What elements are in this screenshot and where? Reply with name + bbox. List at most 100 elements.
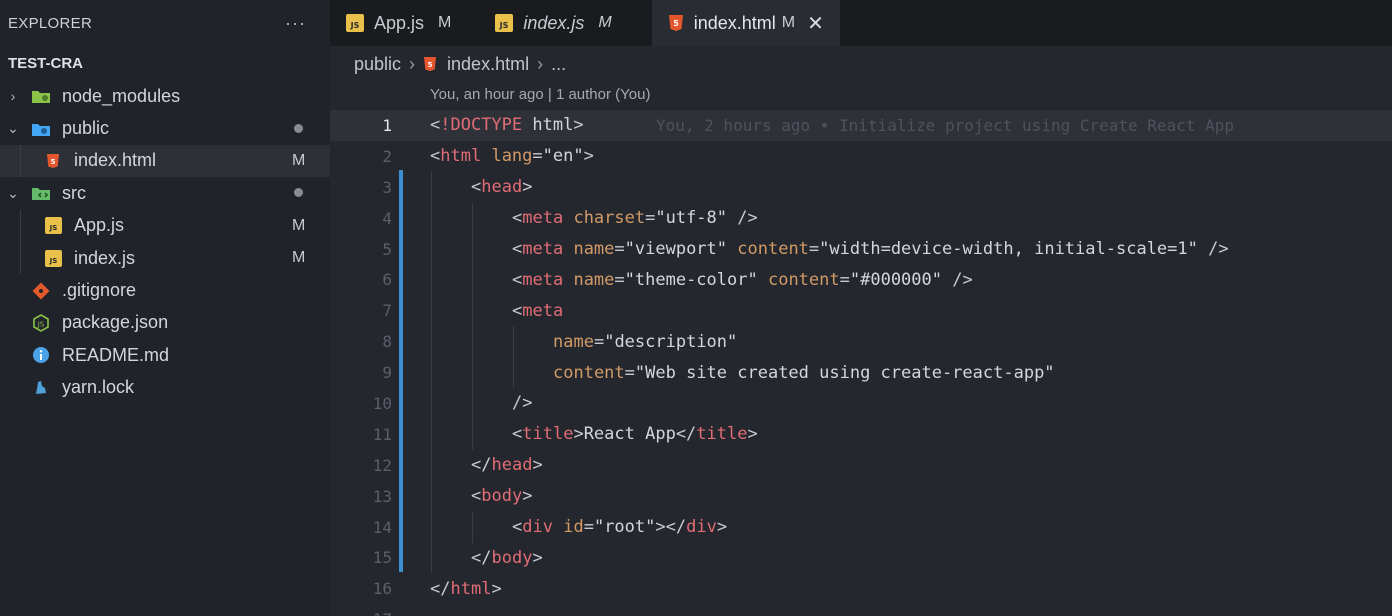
indent-guide xyxy=(472,388,473,420)
tree-item-index-js[interactable]: JS index.js M xyxy=(0,241,330,275)
tree-item-label: .gitignore xyxy=(62,280,137,301)
code-text: <head> xyxy=(471,177,533,198)
tree-item-node-modules[interactable]: › node_modules xyxy=(0,80,330,112)
line-number: 13 xyxy=(372,486,392,506)
explorer-header: EXPLORER ··· xyxy=(0,0,330,46)
node-file-icon: JS xyxy=(30,313,52,333)
code-line[interactable]: 8 name="description" xyxy=(330,326,1392,358)
code-text: <title>React App</title> xyxy=(512,424,758,445)
code-text: <meta name="theme-color" content="#00000… xyxy=(512,269,973,290)
tree-item-readme-md[interactable]: README.md xyxy=(0,339,330,371)
code-line[interactable]: 7 <meta xyxy=(330,295,1392,327)
code-line[interactable]: 10 /> xyxy=(330,388,1392,420)
line-number: 11 xyxy=(372,424,392,444)
code-line[interactable]: 13 <body> xyxy=(330,480,1392,512)
modified-indicator: M xyxy=(781,14,796,31)
code-text: </head> xyxy=(471,455,543,476)
svg-text:5: 5 xyxy=(51,158,56,166)
indent-guide xyxy=(513,326,514,358)
indent-guide xyxy=(472,264,473,296)
indent-guide xyxy=(431,449,432,481)
indent-guide xyxy=(513,357,514,389)
indent-guide xyxy=(431,511,432,543)
code-text: <meta name="viewport" content="width=dev… xyxy=(512,239,1229,259)
tree-item-yarn-lock[interactable]: yarn.lock xyxy=(0,372,330,404)
tab-index-html[interactable]: 5 index.html M ✕ xyxy=(651,0,840,46)
tree-item-gitignore[interactable]: .gitignore xyxy=(0,274,330,306)
inline-blame: You, 2 hours ago • Initialize project us… xyxy=(656,115,1234,135)
code-line[interactable]: 16 </html> xyxy=(330,573,1392,604)
modified-indicator: M xyxy=(598,14,612,31)
code-line[interactable]: 11 <title>React App</title> xyxy=(330,418,1392,450)
editor-pane[interactable]: public › 5 index.html › ... You, an hour… xyxy=(330,46,1392,616)
tab-index-js[interactable]: JS index.js M xyxy=(467,0,651,46)
indent-guide xyxy=(20,209,21,242)
code-line[interactable]: 6 <meta name="theme-color" content="#0000… xyxy=(330,264,1392,296)
code-line[interactable]: 14 <div id="root"></div> xyxy=(330,511,1392,543)
code-text: </body> xyxy=(471,547,543,568)
editor-tab-bar: JS App.js M JS index.js M 5 index.html M… xyxy=(330,0,1392,46)
indent-guide xyxy=(431,233,432,265)
indent-guide xyxy=(431,418,432,450)
code-line[interactable]: 1 <!DOCTYPE html> You, 2 hours ago • Initi… xyxy=(330,110,1392,141)
code-text: <meta xyxy=(512,300,564,321)
code-line[interactable]: 3 <head> xyxy=(330,171,1392,203)
tree-item-label: App.js xyxy=(74,215,125,236)
yarn-file-icon xyxy=(30,378,52,398)
explorer-sidebar: EXPLORER ··· TEST-CRA › node_modules ⌄ publ… xyxy=(0,0,330,616)
code-text: <!DOCTYPE html> xyxy=(430,115,584,136)
close-icon[interactable]: ✕ xyxy=(807,11,824,36)
breadcrumb-more[interactable]: ... xyxy=(551,54,566,75)
indent-guide xyxy=(431,202,432,234)
info-file-icon xyxy=(30,345,52,365)
dot-icon xyxy=(294,123,303,133)
tab-app-js[interactable]: JS App.js M xyxy=(330,0,467,46)
line-number: 7 xyxy=(382,301,392,321)
code-text: <div id="root"></div> xyxy=(512,517,728,538)
js-file-icon: JS xyxy=(42,248,64,268)
codelens-blame-header[interactable]: You, an hour ago | 1 author (You) xyxy=(430,86,650,103)
tree-item-label: yarn.lock xyxy=(62,377,135,398)
indent-guide xyxy=(431,295,432,327)
chevron-down-icon: ⌄ xyxy=(7,184,19,201)
project-title[interactable]: TEST-CRA xyxy=(0,46,330,80)
code-area[interactable]: 1 <!DOCTYPE html> You, 2 hours ago • Initi… xyxy=(330,110,1392,616)
line-number: 6 xyxy=(382,270,392,290)
tree-item-label: src xyxy=(62,182,86,203)
chevron-right-icon: › xyxy=(10,88,16,105)
indent-guide xyxy=(431,357,432,389)
line-number: 8 xyxy=(382,332,392,352)
svg-text:JS: JS xyxy=(48,257,57,265)
line-number: 4 xyxy=(382,208,392,228)
code-line[interactable]: 2 <html lang="en"> xyxy=(330,141,1392,172)
svg-text:JS: JS xyxy=(37,320,45,328)
code-line[interactable]: 17 xyxy=(330,604,1392,616)
tree-item-src[interactable]: ⌄ src xyxy=(0,177,330,209)
html-file-icon: 5 xyxy=(42,151,64,171)
breadcrumb-file[interactable]: index.html xyxy=(447,54,529,75)
code-line[interactable]: 15 </body> xyxy=(330,542,1392,574)
indent-guide xyxy=(20,144,21,178)
code-line[interactable]: 5 <meta name="viewport" content="width=de… xyxy=(330,233,1392,265)
js-file-icon: JS xyxy=(42,216,64,236)
tree-item-index-html[interactable]: 5 index.html M xyxy=(0,144,330,178)
svg-text:JS: JS xyxy=(48,224,57,232)
explorer-title: EXPLORER xyxy=(8,14,93,32)
chevron-right-icon: › xyxy=(409,53,416,74)
chevron-right-icon: › xyxy=(537,53,544,74)
indent-guide xyxy=(472,326,473,358)
indent-guide xyxy=(472,202,473,234)
code-line[interactable]: 4 <meta charset="utf-8" /> xyxy=(330,202,1392,234)
tree-item-package-json[interactable]: JS package.json xyxy=(0,307,330,339)
tree-item-public[interactable]: ⌄ public xyxy=(0,112,330,144)
modified-dot-icon xyxy=(292,184,330,202)
tree-item-app-js[interactable]: JS App.js M xyxy=(0,209,330,242)
breadcrumb-folder[interactable]: public xyxy=(354,54,401,75)
line-number: 3 xyxy=(382,177,392,197)
code-line[interactable]: 12 </head> xyxy=(330,449,1392,481)
indent-guide xyxy=(472,233,473,265)
code-line[interactable]: 9 content="Web site created using create-… xyxy=(330,357,1392,389)
indent-guide xyxy=(431,542,432,574)
more-actions-icon[interactable]: ··· xyxy=(285,13,306,34)
folder-node-icon xyxy=(30,86,52,106)
